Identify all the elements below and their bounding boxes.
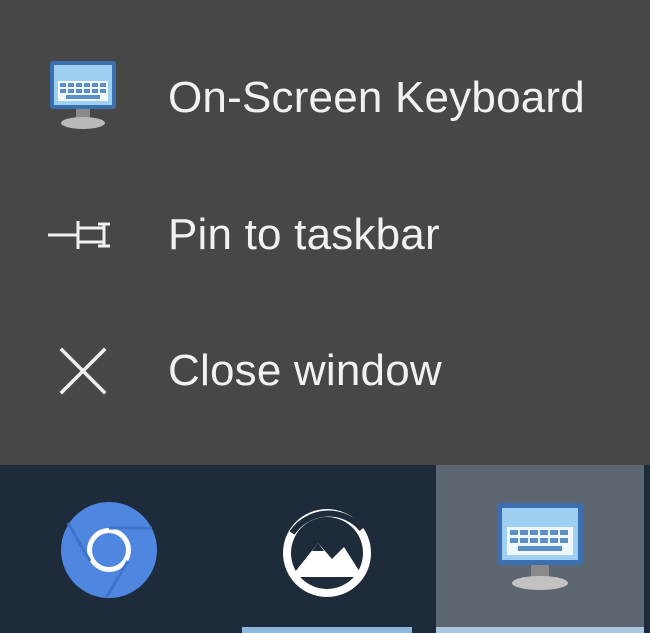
active-indicator	[436, 627, 644, 633]
taskbar-button-browser[interactable]	[0, 465, 218, 633]
close-window-item[interactable]: Close window	[0, 311, 650, 431]
on-screen-keyboard-icon	[485, 495, 595, 605]
taskbar-button-on-screen-keyboard[interactable]	[436, 465, 644, 633]
close-icon	[42, 328, 128, 414]
running-indicator	[242, 627, 412, 633]
on-screen-keyboard-icon	[42, 55, 128, 141]
taskbar-button-mountain-app[interactable]	[218, 465, 436, 633]
pin-to-taskbar-label: Pin to taskbar	[168, 210, 440, 259]
jump-list-item-app[interactable]: On-Screen Keyboard	[0, 38, 650, 158]
pin-to-taskbar-item[interactable]: Pin to taskbar	[0, 175, 650, 295]
jump-list-item-label: On-Screen Keyboard	[168, 73, 585, 122]
chromium-browser-icon	[54, 495, 164, 605]
taskbar	[0, 465, 650, 633]
screen: On-Screen Keyboard Pin to taskbar Close …	[0, 0, 650, 633]
mountain-app-icon	[272, 495, 382, 605]
jump-list-menu: On-Screen Keyboard Pin to taskbar Close …	[0, 0, 650, 465]
pin-icon	[42, 192, 128, 278]
close-window-label: Close window	[168, 346, 442, 395]
taskbar-edge	[644, 465, 650, 633]
